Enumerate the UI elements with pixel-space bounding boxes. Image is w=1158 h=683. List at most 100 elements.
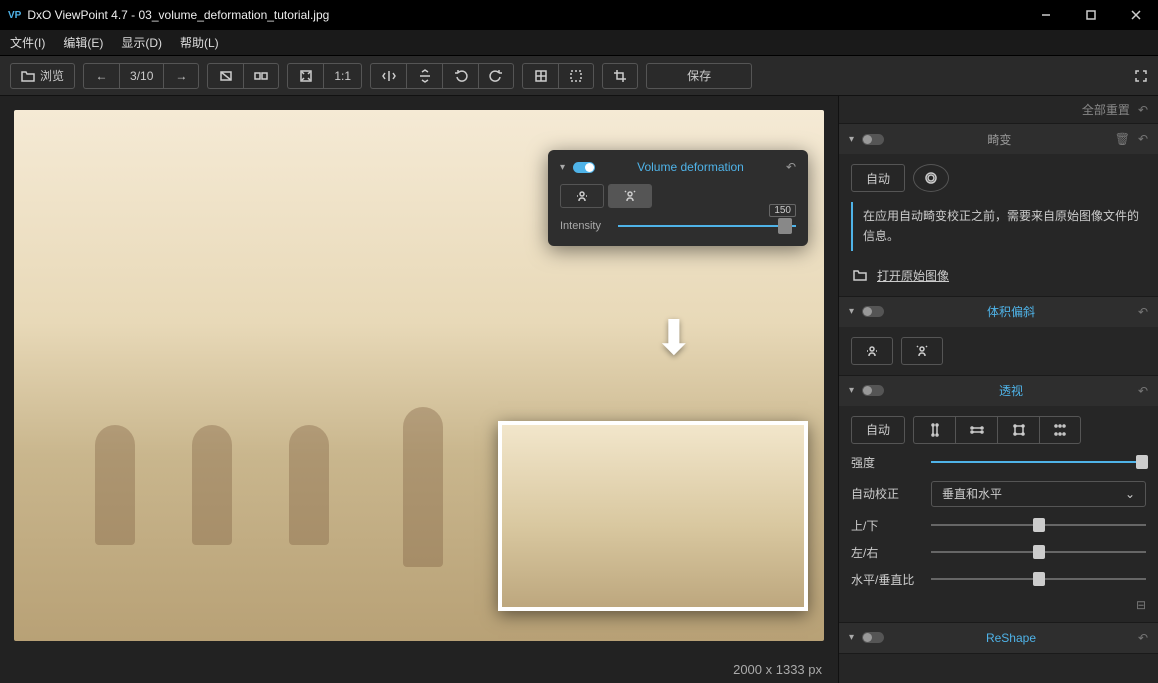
maximize-button[interactable]: [1068, 0, 1113, 30]
grid-button[interactable]: [522, 63, 558, 89]
image-viewer: ▾ Volume deformation ↶ Intensity 150: [0, 96, 838, 683]
image-dimensions: 2000 x 1333 px: [733, 662, 822, 677]
folder-icon: [853, 268, 867, 282]
compare-split-button[interactable]: [243, 63, 279, 89]
hv-ratio-slider[interactable]: [931, 571, 1146, 587]
reshape-title: ReShape: [892, 631, 1130, 645]
perspective-enable-toggle[interactable]: [862, 385, 884, 396]
chevron-down-icon: ▾: [849, 134, 854, 145]
menu-edit[interactable]: 编辑(E): [63, 34, 103, 51]
reset-all-icon[interactable]: ↶: [1138, 103, 1148, 117]
crop-button[interactable]: [602, 63, 638, 89]
perspective-intensity-slider[interactable]: [931, 454, 1146, 470]
zoom-fit-button[interactable]: [287, 63, 323, 89]
volume-title: 体积偏斜: [892, 303, 1130, 320]
distortion-manual-button[interactable]: [913, 164, 949, 192]
auto-correct-select[interactable]: 垂直和水平 ⌄: [931, 481, 1146, 507]
zoom-11-button[interactable]: 1:1: [323, 63, 362, 89]
toolbar: 浏览 ← 3/10 → 1:1 保存: [0, 56, 1158, 96]
overlay-enable-toggle[interactable]: [573, 162, 595, 173]
menu-help[interactable]: 帮助(L): [180, 34, 219, 51]
side-panel: 全部重置 ↶ ▾ 畸变 🗑 ↶ 自动 在应用自动畸变校正之前，需要来自原始图像文…: [838, 96, 1158, 683]
grid-group: [522, 63, 594, 89]
flip-horizontal-button[interactable]: [370, 63, 406, 89]
title-bar: VP DxO ViewPoint 4.7 - 03_volume_deforma…: [0, 0, 1158, 30]
auto-correct-label: 自动校正: [851, 485, 921, 502]
volume-mode-h-button[interactable]: [851, 337, 893, 365]
section-perspective: ▾ 透视 ↶ 自动 强度: [839, 376, 1158, 623]
left-right-slider[interactable]: [931, 544, 1146, 560]
section-perspective-header[interactable]: ▾ 透视 ↶: [839, 376, 1158, 406]
perspective-vertical-button[interactable]: [913, 416, 955, 444]
volume-enable-toggle[interactable]: [862, 306, 884, 317]
section-distortion-header[interactable]: ▾ 畸变 🗑 ↶: [839, 124, 1158, 154]
distortion-enable-toggle[interactable]: [862, 134, 884, 145]
zoom-group: 1:1: [287, 63, 362, 89]
save-button[interactable]: 保存: [646, 63, 752, 89]
rotate-right-button[interactable]: [478, 63, 514, 89]
menu-file[interactable]: 文件(I): [10, 34, 45, 51]
prev-image-button[interactable]: ←: [83, 63, 119, 89]
browse-label: 浏览: [40, 67, 64, 84]
distortion-notice: 在应用自动畸变校正之前，需要来自原始图像文件的信息。: [851, 202, 1146, 251]
section-reshape-header[interactable]: ▾ ReShape ↶: [839, 623, 1158, 653]
window-title: DxO ViewPoint 4.7 - 03_volume_deformatio…: [27, 8, 1023, 22]
up-down-slider[interactable]: [931, 517, 1146, 533]
reset-all-button[interactable]: 全部重置: [1082, 101, 1130, 118]
intensity-label: Intensity: [560, 220, 610, 232]
perspective-rectangle-button[interactable]: [997, 416, 1039, 444]
nav-group: ← 3/10 →: [83, 63, 199, 89]
section-reshape: ▾ ReShape ↶: [839, 623, 1158, 654]
intensity-label: 强度: [851, 454, 921, 471]
auto-correct-value: 垂直和水平: [942, 485, 1002, 502]
reset-icon[interactable]: ↶: [1138, 132, 1148, 146]
overlay-collapse-icon[interactable]: ▾: [560, 162, 565, 173]
reshape-enable-toggle[interactable]: [862, 632, 884, 643]
arrow-down-icon: ⬇: [654, 310, 694, 366]
overlay-reset-icon[interactable]: ↶: [786, 160, 796, 174]
canvas-area[interactable]: ▾ Volume deformation ↶ Intensity 150: [0, 96, 838, 655]
volume-mode-horizontal-button[interactable]: [560, 184, 604, 208]
chevron-down-icon: ▾: [849, 306, 854, 317]
open-original-link[interactable]: 打开原始图像: [877, 267, 949, 284]
section-distortion: ▾ 畸变 🗑 ↶ 自动 在应用自动畸变校正之前，需要来自原始图像文件的信息。 打…: [839, 124, 1158, 297]
perspective-8point-button[interactable]: [1039, 416, 1081, 444]
flip-rotate-group: [370, 63, 514, 89]
volume-deformation-overlay: ▾ Volume deformation ↶ Intensity 150: [548, 150, 808, 246]
result-preview-image: [498, 421, 808, 611]
perspective-title: 透视: [892, 382, 1130, 399]
rotate-left-button[interactable]: [442, 63, 478, 89]
app-logo: VP: [8, 10, 21, 21]
section-volume-header[interactable]: ▾ 体积偏斜 ↶: [839, 297, 1158, 327]
volume-mode-diagonal-button[interactable]: [608, 184, 652, 208]
reset-icon[interactable]: ↶: [1138, 305, 1148, 319]
perspective-horizontal-button[interactable]: [955, 416, 997, 444]
intensity-slider[interactable]: 150: [618, 216, 796, 236]
status-bar: 2000 x 1333 px: [0, 655, 838, 683]
left-right-label: 左/右: [851, 544, 921, 561]
menu-view[interactable]: 显示(D): [121, 34, 162, 51]
open-original-row[interactable]: 打开原始图像: [851, 261, 1146, 286]
main-image: ▾ Volume deformation ↶ Intensity 150: [14, 110, 824, 641]
perspective-auto-button[interactable]: 自动: [851, 416, 905, 444]
chevron-down-icon: ▾: [849, 632, 854, 643]
next-image-button[interactable]: →: [163, 63, 199, 89]
browse-button[interactable]: 浏览: [10, 63, 75, 89]
reset-icon[interactable]: ↶: [1138, 384, 1148, 398]
overlay-title: Volume deformation: [603, 160, 778, 174]
trash-icon[interactable]: 🗑: [1115, 132, 1130, 146]
expand-more-icon[interactable]: ⊟: [851, 598, 1146, 612]
distortion-auto-button[interactable]: 自动: [851, 164, 905, 192]
intensity-value: 150: [769, 204, 796, 217]
nav-counter: 3/10: [119, 63, 163, 89]
reset-icon[interactable]: ↶: [1138, 631, 1148, 645]
volume-mode-d-button[interactable]: [901, 337, 943, 365]
guides-button[interactable]: [558, 63, 594, 89]
compare-single-button[interactable]: [207, 63, 243, 89]
flip-vertical-button[interactable]: [406, 63, 442, 89]
chevron-down-icon: ▾: [849, 385, 854, 396]
chevron-down-icon: ⌄: [1125, 487, 1135, 501]
fullscreen-button[interactable]: [1134, 69, 1148, 83]
minimize-button[interactable]: [1023, 0, 1068, 30]
close-button[interactable]: [1113, 0, 1158, 30]
